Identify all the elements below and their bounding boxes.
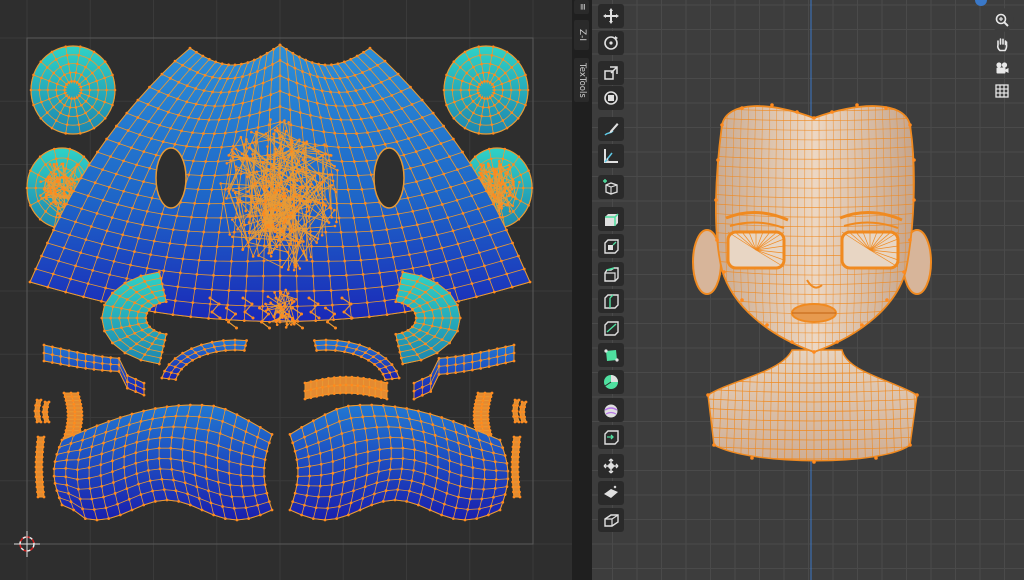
measure-tool-icon[interactable] (598, 144, 624, 168)
sidebar-tab-tool[interactable]: ≡ (574, 0, 589, 14)
transform-tool-icon[interactable] (598, 86, 624, 110)
rotate-tool-icon[interactable] (598, 31, 624, 55)
viewport-canvas[interactable] (592, 0, 1024, 580)
uv-island-lips[interactable] (303, 375, 389, 401)
head-mesh[interactable] (692, 100, 932, 470)
uv-island-ear-top-right[interactable] (442, 45, 530, 135)
inset-tool-icon[interactable] (598, 234, 624, 258)
mesh-mouth[interactable] (791, 303, 837, 323)
sidebar-tab-textools[interactable]: TexTools (574, 58, 589, 102)
uv-eye-hole-right (373, 147, 405, 209)
bevel-tool-icon[interactable] (598, 262, 624, 286)
ortho-grid-icon[interactable] (990, 79, 1014, 103)
smooth-tool-icon[interactable] (598, 398, 624, 422)
pan-hand-icon[interactable] (990, 32, 1014, 56)
uv-editor[interactable] (0, 0, 572, 580)
uv-strip-2[interactable] (41, 400, 51, 424)
uv-strip-3[interactable] (34, 435, 46, 499)
3d-viewport[interactable] (592, 0, 1024, 580)
add-cube-tool-icon[interactable] (598, 175, 624, 199)
uv-strip-6[interactable] (510, 435, 522, 499)
move-tool-icon[interactable] (598, 4, 624, 28)
zoom-icon[interactable] (990, 8, 1014, 32)
uv-island-ear-top-left[interactable] (29, 45, 117, 135)
uv-strip-5[interactable] (518, 400, 528, 424)
uv-island-lid-right[interactable] (313, 338, 401, 381)
uv-island-lid-left[interactable] (160, 338, 248, 381)
knife-tool-icon[interactable] (598, 316, 624, 340)
uv-strip-1[interactable] (33, 398, 43, 424)
uv-eye-hole-left (155, 147, 187, 209)
scale-tool-icon[interactable] (598, 61, 624, 85)
uv-island-neck-left[interactable] (52, 403, 274, 522)
rip-region-tool-icon[interactable] (598, 508, 624, 532)
edge-slide-tool-icon[interactable] (598, 425, 624, 449)
annotate-tool-icon[interactable] (598, 117, 624, 141)
shear-tool-icon[interactable] (598, 481, 624, 505)
camera-view-icon[interactable] (990, 56, 1014, 80)
shrink-fatten-tool-icon[interactable] (598, 454, 624, 478)
poly-build-tool-icon[interactable] (598, 343, 624, 367)
extrude-tool-icon[interactable] (598, 207, 624, 231)
sidebar-tab-strip: ≡ Z‑I TexTools (572, 0, 592, 580)
sidebar-tab-view[interactable]: Z‑I (574, 20, 589, 50)
loop-cut-tool-icon[interactable] (598, 289, 624, 313)
2d-cursor-icon[interactable] (14, 531, 40, 557)
uv-canvas[interactable] (0, 0, 572, 580)
spin-tool-icon[interactable] (598, 370, 624, 394)
